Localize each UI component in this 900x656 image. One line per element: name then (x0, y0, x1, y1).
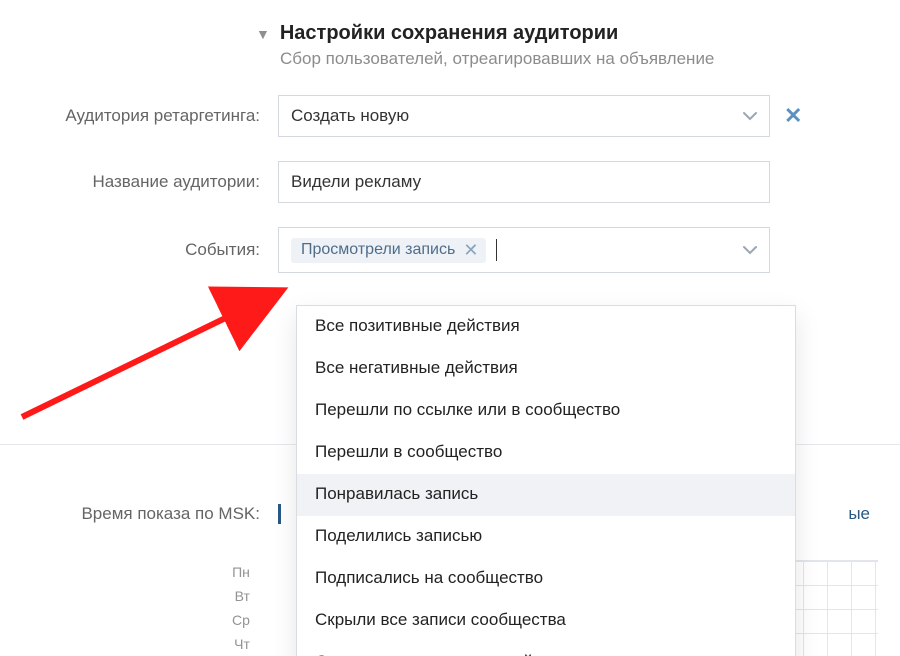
retarget-label: Аудитория ретаргетинга: (0, 106, 278, 126)
events-row: События: Просмотрели запись ✕ (0, 227, 900, 273)
dropdown-option[interactable]: Скрыли запись из новостей (297, 642, 795, 656)
events-label: События: (0, 240, 278, 260)
audience-name-input[interactable]: Видели рекламу (278, 161, 770, 203)
retarget-select[interactable]: Создать новую (278, 95, 770, 137)
event-tag-label: Просмотрели запись (301, 242, 455, 258)
audience-name-value: Видели рекламу (291, 172, 421, 192)
events-dropdown[interactable]: Все позитивные действияВсе негативные де… (296, 305, 796, 656)
dropdown-option[interactable]: Все позитивные действия (297, 306, 795, 348)
collapse-triangle-icon[interactable]: ▼ (256, 26, 270, 42)
remove-retarget-button[interactable]: ✕ (784, 103, 802, 129)
dropdown-option[interactable]: Подписались на сообщество (297, 558, 795, 600)
retarget-value: Создать новую (291, 106, 409, 126)
day-label: Ср (232, 608, 250, 632)
section-title: Настройки сохранения аудитории (280, 22, 618, 45)
dropdown-option[interactable]: Перешли по ссылке или в сообщество (297, 390, 795, 432)
section-subtitle: Сбор пользователей, отреагировавших на о… (280, 49, 900, 69)
time-label: Время показа по MSK: (0, 504, 278, 524)
day-label: Вт (232, 584, 250, 608)
events-multiselect[interactable]: Просмотрели запись ✕ (278, 227, 770, 273)
day-label: Пн (232, 560, 250, 584)
retarget-row: Аудитория ретаргетинга: Создать новую ✕ (0, 95, 900, 137)
section-header: ▼ Настройки сохранения аудитории Сбор по… (256, 22, 900, 69)
chevron-down-icon (743, 240, 757, 260)
dropdown-option[interactable]: Скрыли все записи сообщества (297, 600, 795, 642)
day-labels: ПнВтСрЧтПт (232, 560, 250, 656)
dropdown-option[interactable]: Перешли в сообщество (297, 432, 795, 474)
right-link-fragment[interactable]: ые (848, 504, 870, 524)
time-accent-bar (278, 504, 281, 524)
name-row: Название аудитории: Видели рекламу (0, 161, 900, 203)
text-cursor (496, 239, 497, 261)
name-label: Название аудитории: (0, 172, 278, 192)
time-row: Время показа по MSK: (0, 504, 287, 524)
event-tag: Просмотрели запись ✕ (291, 238, 486, 263)
event-tag-remove[interactable]: ✕ (463, 241, 478, 259)
chevron-down-icon (743, 106, 757, 126)
dropdown-option[interactable]: Понравилась запись (297, 474, 795, 516)
dropdown-option[interactable]: Все негативные действия (297, 348, 795, 390)
day-label: Чт (232, 632, 250, 656)
dropdown-option[interactable]: Поделились записью (297, 516, 795, 558)
